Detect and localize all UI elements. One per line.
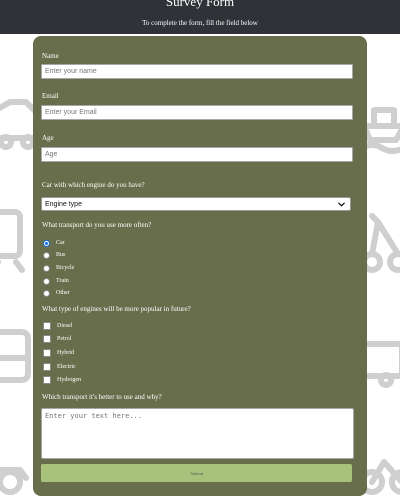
comment-textarea[interactable]: Enter your text here... — [41, 408, 354, 459]
age-field[interactable]: Age — [41, 147, 353, 162]
page-title: Survey Form — [165, 0, 235, 9]
checkbox-option-petrol[interactable]: Petrol — [43, 334, 71, 344]
checkbox[interactable] — [43, 349, 51, 357]
radio-option-other[interactable]: Other — [43, 288, 70, 298]
engine-select-value: Engine type — [45, 200, 82, 208]
engine-select[interactable]: Engine type — [41, 197, 351, 211]
radio-label: Other — [56, 290, 70, 296]
checkbox-label: Diesel — [57, 323, 73, 329]
checkbox-option-diesel[interactable]: Diesel — [43, 321, 72, 331]
engine-label: Car with which engine do you have? — [42, 181, 145, 189]
radio-button[interactable] — [43, 239, 50, 247]
radio-button[interactable] — [43, 251, 50, 259]
page-header: Survey Form To complete the form, fill t… — [0, 0, 400, 34]
radio-label: Bus — [56, 252, 66, 258]
radio-option-car[interactable]: Car — [43, 238, 65, 248]
checkbox-label: Hybrid — [57, 350, 74, 356]
motorcycle-icon — [0, 467, 29, 495]
checkbox-option-electric[interactable]: Electric — [43, 362, 76, 372]
ship-icon — [359, 107, 400, 154]
train-icon — [0, 329, 31, 383]
radio-option-bus[interactable]: Bus — [43, 250, 65, 260]
submit-button[interactable]: Submit — [41, 464, 352, 482]
radio-option-train[interactable]: Train — [43, 276, 69, 286]
checkbox[interactable] — [43, 376, 51, 384]
car-icon — [0, 99, 39, 150]
transport-label: What transport do you use more often? — [42, 221, 152, 229]
checkbox-option-hybrid[interactable]: Hybrid — [43, 348, 74, 358]
radio-label: Car — [56, 240, 65, 246]
scooter-icon — [361, 213, 400, 273]
chevron-down-icon — [338, 202, 345, 207]
radio-button[interactable] — [43, 264, 50, 272]
name-field[interactable]: Enter your name — [41, 64, 353, 79]
email-field[interactable]: Enter your Email — [41, 105, 353, 120]
checkbox-option-hydrogen[interactable]: Hydrogen — [43, 375, 81, 385]
email-label: Email — [42, 92, 59, 100]
train-icon — [0, 209, 25, 273]
radio-option-bicycle[interactable]: Bicycle — [43, 263, 74, 273]
future-engines-label: What type of engines will be more popula… — [42, 305, 191, 313]
age-label: Age — [42, 134, 54, 142]
radio-button[interactable] — [43, 277, 50, 285]
page-description: To complete the form, fill the field bel… — [142, 19, 258, 27]
radio-label: Train — [56, 278, 69, 284]
checkbox-label: Hydrogen — [57, 377, 81, 383]
checkbox[interactable] — [43, 322, 51, 330]
checkbox[interactable] — [43, 335, 51, 343]
radio-button[interactable] — [43, 289, 50, 297]
radio-label: Bicycle — [56, 265, 75, 271]
survey-page: Survey Form To complete the form, fill t… — [0, 0, 400, 500]
name-label: Name — [42, 52, 59, 60]
checkbox-label: Petrol — [57, 336, 72, 342]
checkbox-label: Electric — [57, 364, 76, 370]
survey-form: Name Enter your name Email Enter your Em… — [33, 36, 367, 496]
checkbox[interactable] — [43, 363, 51, 371]
bicycle-icon — [359, 459, 400, 495]
comment-label: Which transport it's better to use and w… — [42, 393, 162, 401]
